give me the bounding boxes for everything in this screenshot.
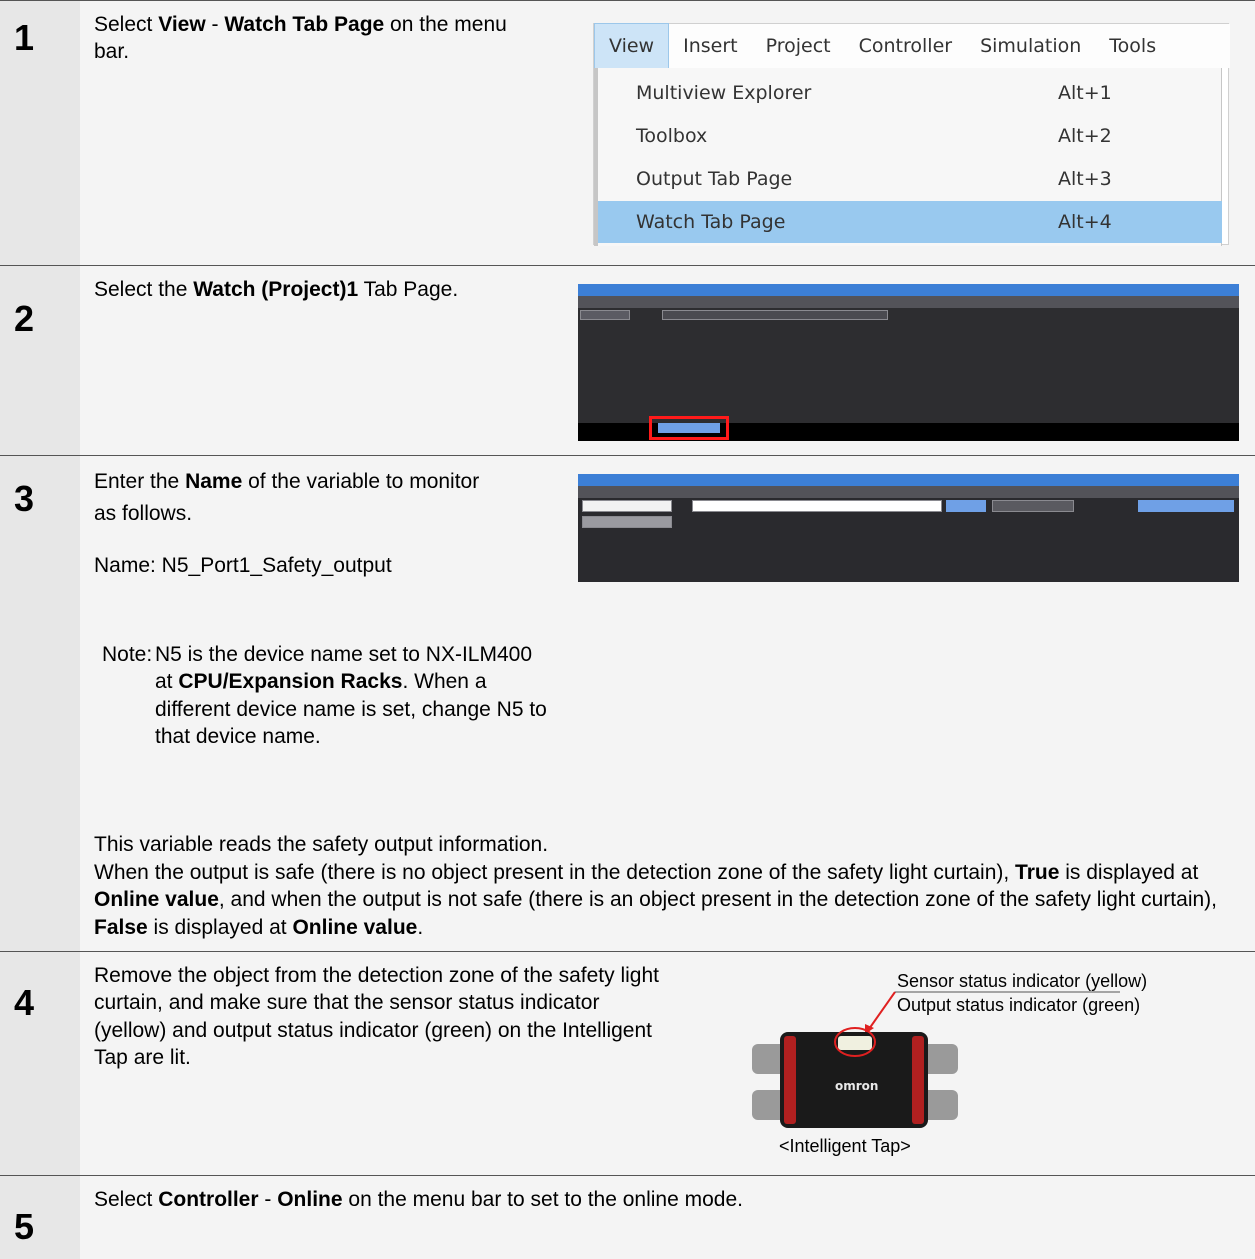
tap-red-band-left	[784, 1036, 796, 1124]
menu-item-multiview-explorer[interactable]: Multiview Explorer Alt+1	[598, 72, 1222, 114]
text-bold: Watch (Project)1	[193, 278, 359, 301]
text-run: Select the	[94, 278, 194, 301]
tap-red-band-right	[912, 1036, 924, 1124]
step-number: 3	[14, 478, 35, 519]
text-run: Tab Page.	[358, 278, 459, 301]
step-row-5: 5 Select Controller - Online on the menu…	[0, 1175, 1255, 1259]
menu-view[interactable]: View	[594, 23, 670, 69]
step-number: 2	[14, 298, 35, 339]
step-number: 1	[14, 17, 35, 58]
status-indicators	[838, 1036, 872, 1050]
text-bold: View	[158, 13, 206, 36]
text-bold: False	[94, 915, 148, 939]
menu-item-shortcut: Alt+4	[1058, 211, 1112, 233]
view-menu-screenshot: View Insert Project Controller Simulatio…	[593, 23, 1230, 246]
text-run: is displayed at	[1059, 861, 1199, 884]
data-type-cell	[1138, 500, 1234, 512]
watch-column-header	[578, 486, 1239, 498]
watch-project-tab-highlight	[649, 416, 729, 440]
text-run: is displayed at	[147, 915, 293, 939]
menu-item-shortcut: Alt+1	[1058, 82, 1112, 104]
device-name-cell	[580, 310, 630, 320]
text-bold: Online value	[292, 915, 418, 939]
device-name-cell	[582, 500, 672, 512]
variable-name-line: Name: N5_Port1_Safety_output	[94, 554, 392, 577]
menu-item-label: Multiview Explorer	[636, 82, 812, 104]
menu-project[interactable]: Project	[752, 24, 845, 68]
text-run: Enter the	[94, 470, 186, 493]
text-run: When the output is safe (there is no obj…	[94, 861, 1016, 884]
step-instruction: Select View - Watch Tab Page on the menu…	[94, 11, 514, 66]
explanation-line-1: This variable reads the safety output in…	[94, 833, 549, 856]
text-bold: True	[1015, 861, 1060, 884]
text-bold: Controller	[158, 1188, 259, 1211]
text-bold: Online	[277, 1188, 343, 1211]
step-number-cell: 5	[0, 1176, 80, 1259]
text-run: Select	[94, 1188, 159, 1211]
menu-item-watch-tab-page[interactable]: Watch Tab Page Alt+4	[598, 201, 1222, 243]
menu-bar: View Insert Project Controller Simulatio…	[594, 23, 1230, 69]
name-input-cell[interactable]	[692, 500, 942, 512]
omron-logo: omron	[835, 1079, 878, 1093]
step-content: Select Controller - Online on the menu b…	[80, 1176, 1255, 1259]
step-number: 4	[14, 982, 35, 1023]
step-number: 5	[14, 1206, 35, 1247]
note-text: N5 is the device name set to NX-ILM400 a…	[155, 641, 555, 750]
menu-item-output-tab-page[interactable]: Output Tab Page Alt+3	[598, 158, 1222, 200]
text-run: on the menu bar to set to the online mod…	[342, 1188, 743, 1211]
modify-buttons[interactable]	[992, 500, 1074, 512]
note-label: Note:	[102, 643, 153, 666]
step-instruction: Remove the object from the detection zon…	[94, 964, 659, 1069]
menu-item-label: Watch Tab Page	[636, 211, 786, 233]
menu-insert[interactable]: Insert	[669, 24, 752, 68]
name-cell[interactable]	[662, 310, 888, 320]
text-bold: Watch Tab Page	[224, 13, 385, 36]
text-run: .	[417, 915, 424, 939]
step-row-1: 1 Select View - Watch Tab Page on the me…	[0, 0, 1255, 265]
step-number-cell: 1	[0, 1, 80, 265]
watch-tab-screenshot	[578, 284, 1239, 441]
view-dropdown: Multiview Explorer Alt+1 Toolbox Alt+2 O…	[594, 68, 1222, 246]
step-row-4: 4 Remove the object from the detection z…	[0, 951, 1255, 1175]
step-number-cell: 3	[0, 456, 80, 951]
text-bold: Online value	[94, 888, 219, 912]
menu-item-label: Toolbox	[636, 125, 708, 147]
online-value-cell	[946, 500, 986, 512]
menu-simulation[interactable]: Simulation	[966, 24, 1095, 68]
device-name-cell	[582, 516, 672, 528]
text-bold: Name	[185, 470, 243, 493]
menu-item-label: Output Tab Page	[636, 168, 793, 190]
step-instruction: Select Controller - Online on the menu b…	[94, 1186, 1244, 1213]
callout-leader-line	[868, 991, 896, 1030]
step-instruction: Select the Watch (Project)1 Tab Page.	[94, 276, 504, 303]
menu-item-toolbox[interactable]: Toolbox Alt+2	[598, 115, 1222, 157]
step-row-3: 3 Enter the Name of the variable to moni…	[0, 455, 1255, 951]
text-run: -	[258, 1188, 278, 1211]
menu-tools[interactable]: Tools	[1095, 24, 1170, 68]
watch-title-bar	[578, 474, 1239, 486]
watch-column-header	[578, 296, 1239, 308]
step-row-2: 2 Select the Watch (Project)1 Tab Page.	[0, 265, 1255, 455]
step-number-cell: 2	[0, 266, 80, 455]
step-instruction: Enter the Name of the variable to monito…	[94, 466, 504, 530]
watch-title-bar	[578, 284, 1239, 296]
text-run: , and when the output is not safe (there…	[218, 888, 1217, 912]
text-bold: CPU/Expansion Racks	[178, 670, 403, 694]
menu-item-shortcut: Alt+3	[1058, 168, 1112, 190]
intelligent-tap-caption: <Intelligent Tap>	[779, 1136, 911, 1156]
watch-name-screenshot	[578, 474, 1239, 582]
menu-controller[interactable]: Controller	[845, 24, 966, 68]
menu-item-shortcut: Alt+2	[1058, 125, 1112, 147]
step-number-cell: 4	[0, 952, 80, 1175]
intelligent-tap-picture: omron	[752, 991, 1120, 1128]
watch-project-tab[interactable]	[658, 423, 720, 433]
text-run: -	[205, 13, 225, 36]
explanation-text: When the output is safe (there is no obj…	[94, 859, 1244, 941]
text-run: Select	[94, 13, 159, 36]
